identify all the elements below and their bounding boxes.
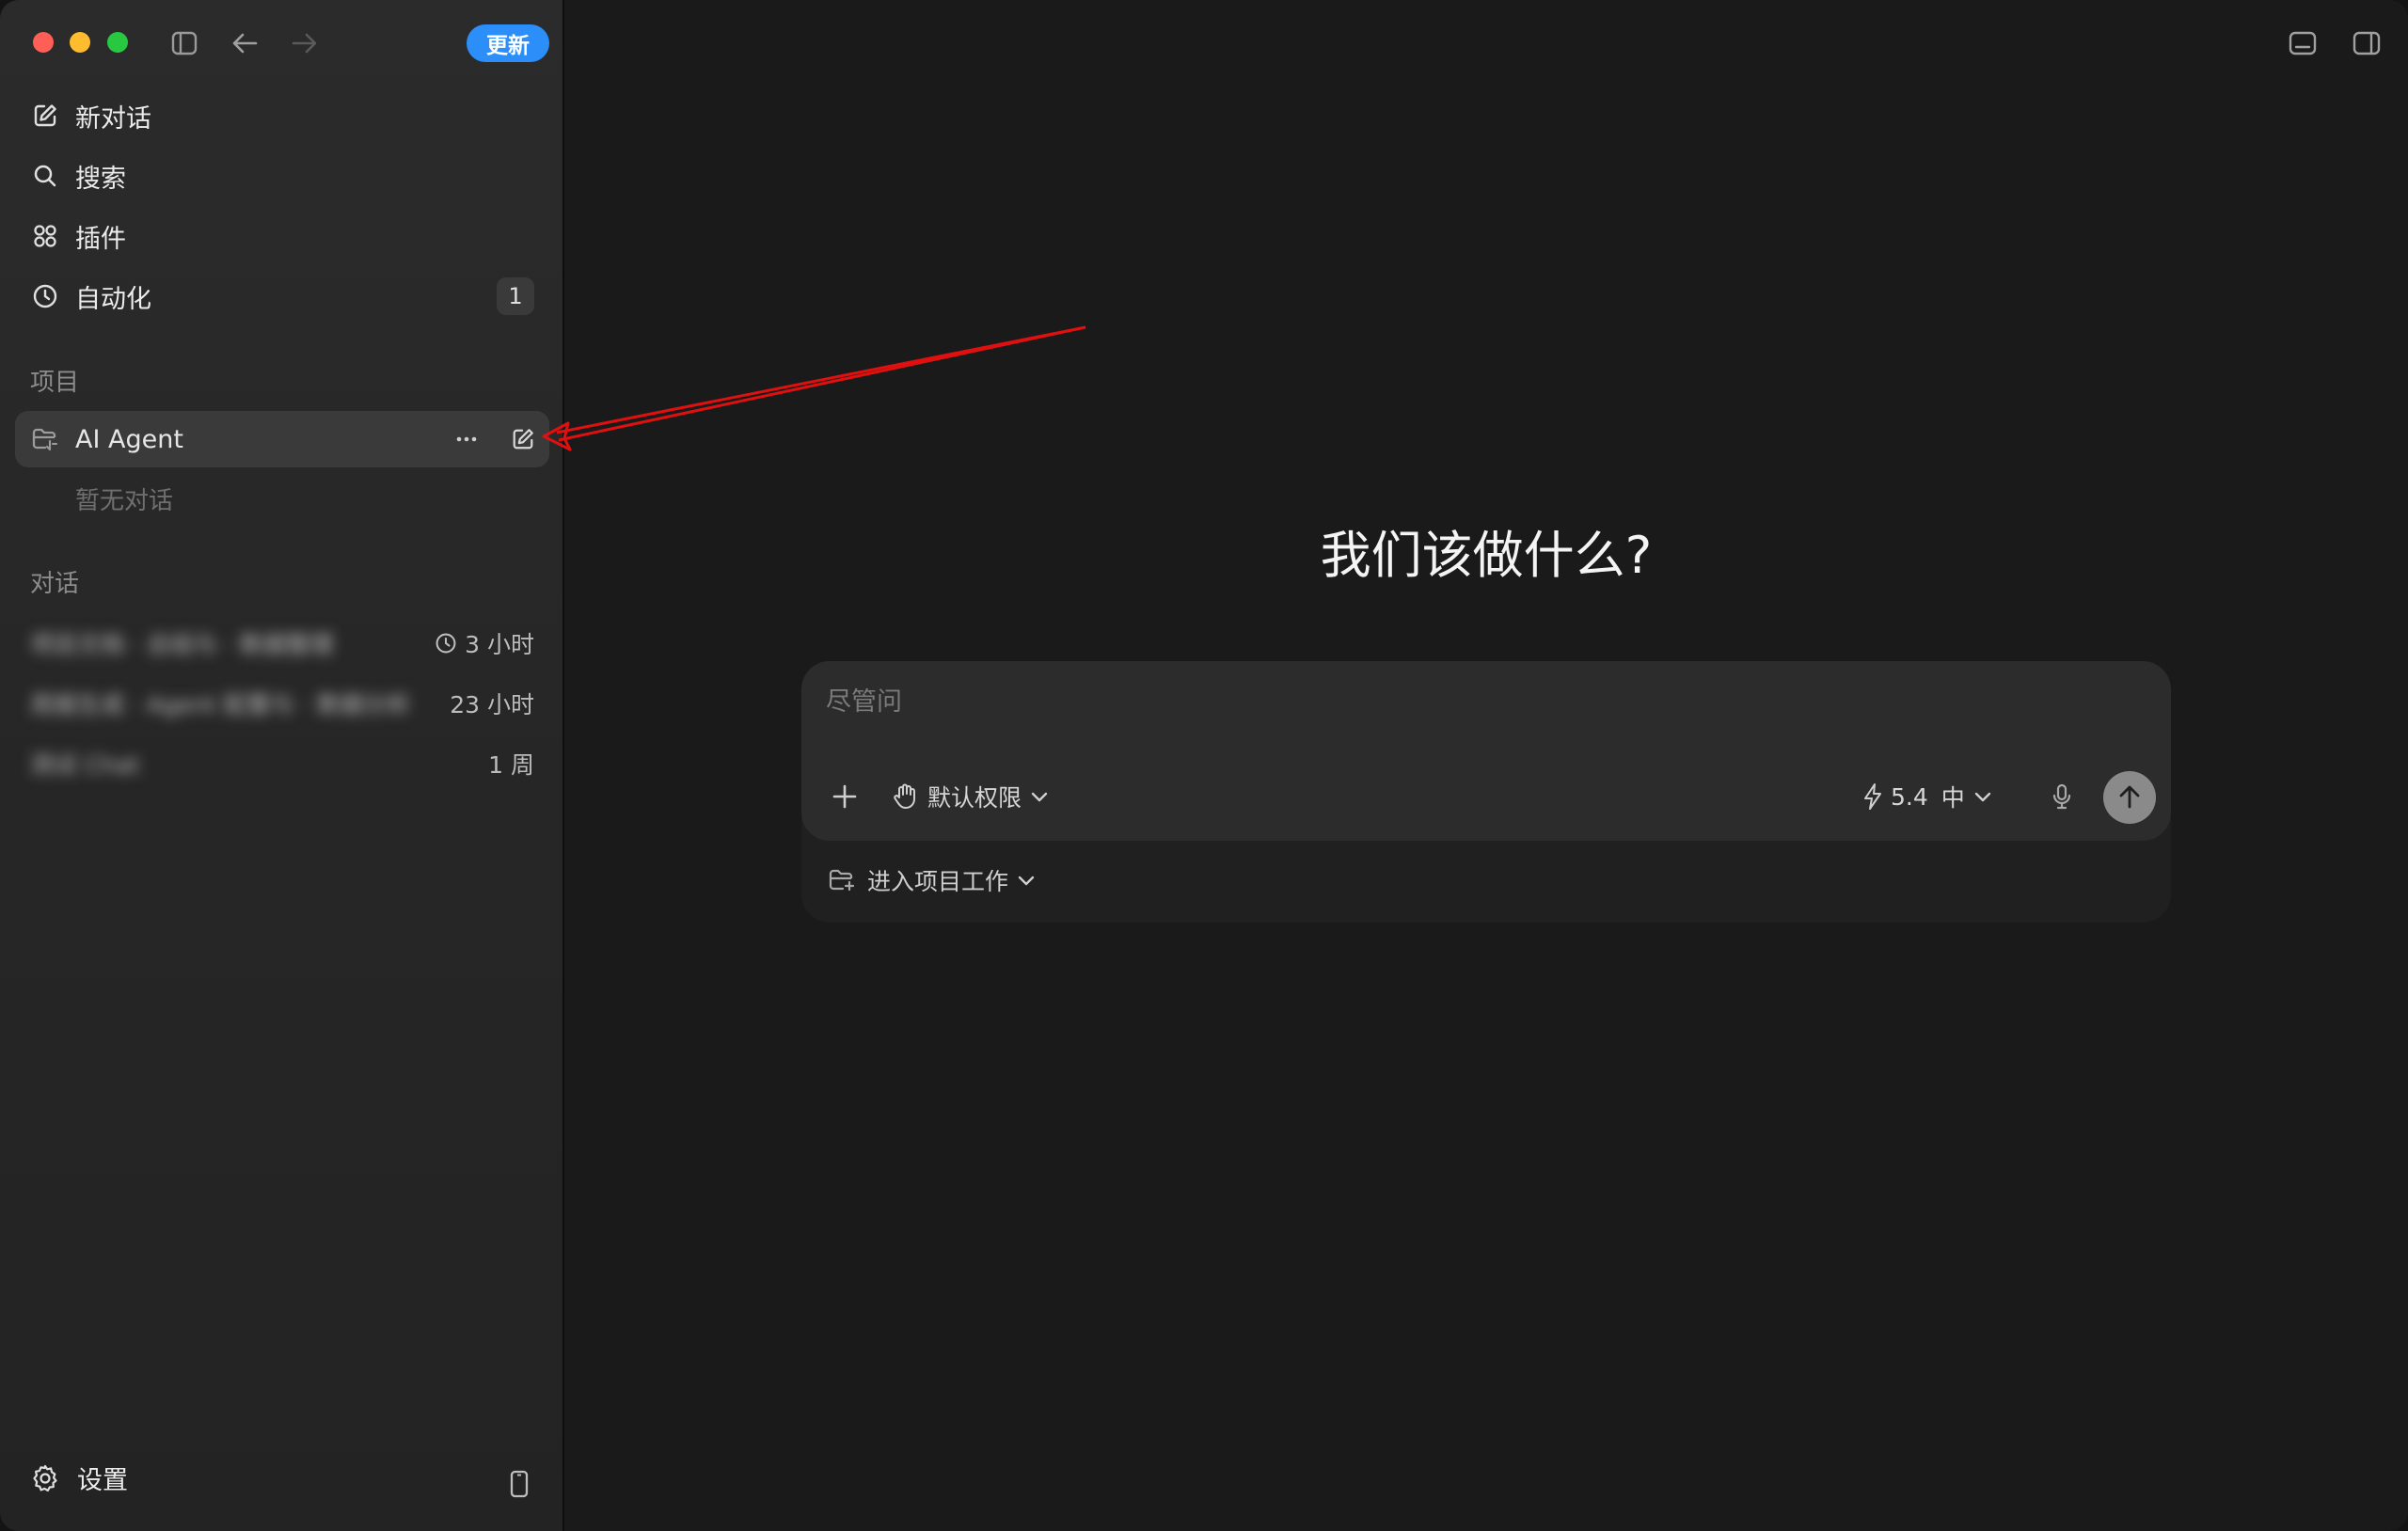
conversation-time-text: 23 小时 (450, 691, 534, 718)
settings-label: 设置 (77, 1466, 128, 1495)
enter-project-work-dropdown[interactable]: 进入项目工作 (828, 863, 1035, 897)
message-input[interactable] (824, 680, 1768, 723)
chevron-down-icon (1974, 792, 1990, 802)
nav-label: 插件 (75, 224, 126, 254)
permission-dropdown[interactable]: 默认权限 (892, 778, 1048, 815)
search-icon (30, 161, 60, 191)
sidebar: 更新 新对话 搜索 插件 自动化 1 项目 AI Agent 暂无对话 对话 项… (0, 0, 564, 1531)
forward-arrow-icon[interactable] (288, 26, 322, 60)
nav-label: 搜索 (75, 164, 126, 194)
settings-button[interactable]: 设置 (30, 1460, 128, 1496)
automation-button[interactable]: 自动化 1 (15, 270, 549, 323)
chevron-down-icon (1018, 876, 1035, 886)
conversation-item[interactable]: 测试 Chat 1 周 (15, 734, 549, 786)
conversation-item[interactable]: 项目文档 · 总结与 · 数据整理 3 小时 (15, 613, 549, 666)
project-empty-text: 暂无对话 (75, 487, 174, 515)
microphone-icon[interactable] (2045, 778, 2079, 815)
phone-icon[interactable] (504, 1467, 534, 1501)
add-attachment-icon[interactable] (828, 780, 862, 813)
nav-label: 自动化 (75, 284, 151, 314)
hand-icon (894, 783, 915, 809)
back-arrow-icon[interactable] (228, 26, 261, 60)
new-chat-in-project-icon[interactable] (506, 422, 540, 456)
model-version: 5.4 (1891, 782, 1928, 811)
more-options-icon[interactable] (450, 422, 483, 456)
send-button[interactable] (2103, 771, 2156, 824)
close-window-button[interactable] (33, 32, 54, 53)
project-item-ai-agent[interactable]: AI Agent (15, 411, 549, 467)
page-title: 我们该做什么? (1320, 526, 1653, 585)
project-name: AI Agent (75, 424, 183, 454)
plugins-button[interactable]: 插件 (15, 210, 549, 262)
compose-icon (30, 101, 60, 131)
gear-icon (33, 1464, 57, 1492)
minimize-window-button[interactable] (70, 32, 90, 53)
conversation-time: 3 小时 (435, 626, 534, 660)
search-button[interactable]: 搜索 (15, 150, 549, 202)
permission-label: 默认权限 (927, 784, 1022, 812)
right-panel-toggle-icon[interactable] (2350, 26, 2384, 60)
conversation-time-text: 3 小时 (465, 631, 534, 658)
project-work-label: 进入项目工作 (867, 868, 1009, 895)
update-button[interactable]: 更新 (467, 24, 549, 62)
maximize-window-button[interactable] (107, 32, 128, 53)
model-selector[interactable]: 5.4 中 (1862, 778, 1991, 815)
project-folder-icon (30, 424, 60, 454)
toggle-sidebar-icon[interactable] (167, 26, 201, 60)
folder-plus-icon (829, 869, 855, 892)
conversations-section-label: 对话 (30, 570, 80, 598)
clock-icon (436, 633, 456, 654)
app-window: 更新 新对话 搜索 插件 自动化 1 项目 AI Agent 暂无对话 对话 项… (0, 0, 2408, 1531)
projects-section-label: 项目 (30, 369, 80, 397)
lightning-icon (1864, 783, 1881, 810)
bottom-panel-toggle-icon[interactable] (2286, 26, 2320, 60)
new-chat-button[interactable]: 新对话 (15, 89, 549, 142)
clock-icon (30, 281, 60, 311)
conversation-title: 项目文档 · 总结与 · 数据整理 (30, 631, 334, 658)
conversation-item[interactable]: 周报生成 · Agent 配置与 · 数据分析 23 小时 (15, 673, 549, 726)
conversation-title: 测试 Chat (30, 751, 140, 779)
plugins-grid-icon (30, 221, 60, 251)
conversation-title: 周报生成 · Agent 配置与 · 数据分析 (30, 691, 411, 718)
chevron-down-icon (1031, 792, 1048, 802)
composer: 默认权限 5.4 中 (801, 661, 2171, 841)
arrow-up-icon (2119, 785, 2140, 809)
conversation-time-text: 1 周 (488, 751, 534, 779)
reasoning-level: 中 (1941, 784, 1965, 812)
nav-label: 新对话 (75, 103, 151, 134)
automation-count-badge: 1 (497, 277, 534, 315)
